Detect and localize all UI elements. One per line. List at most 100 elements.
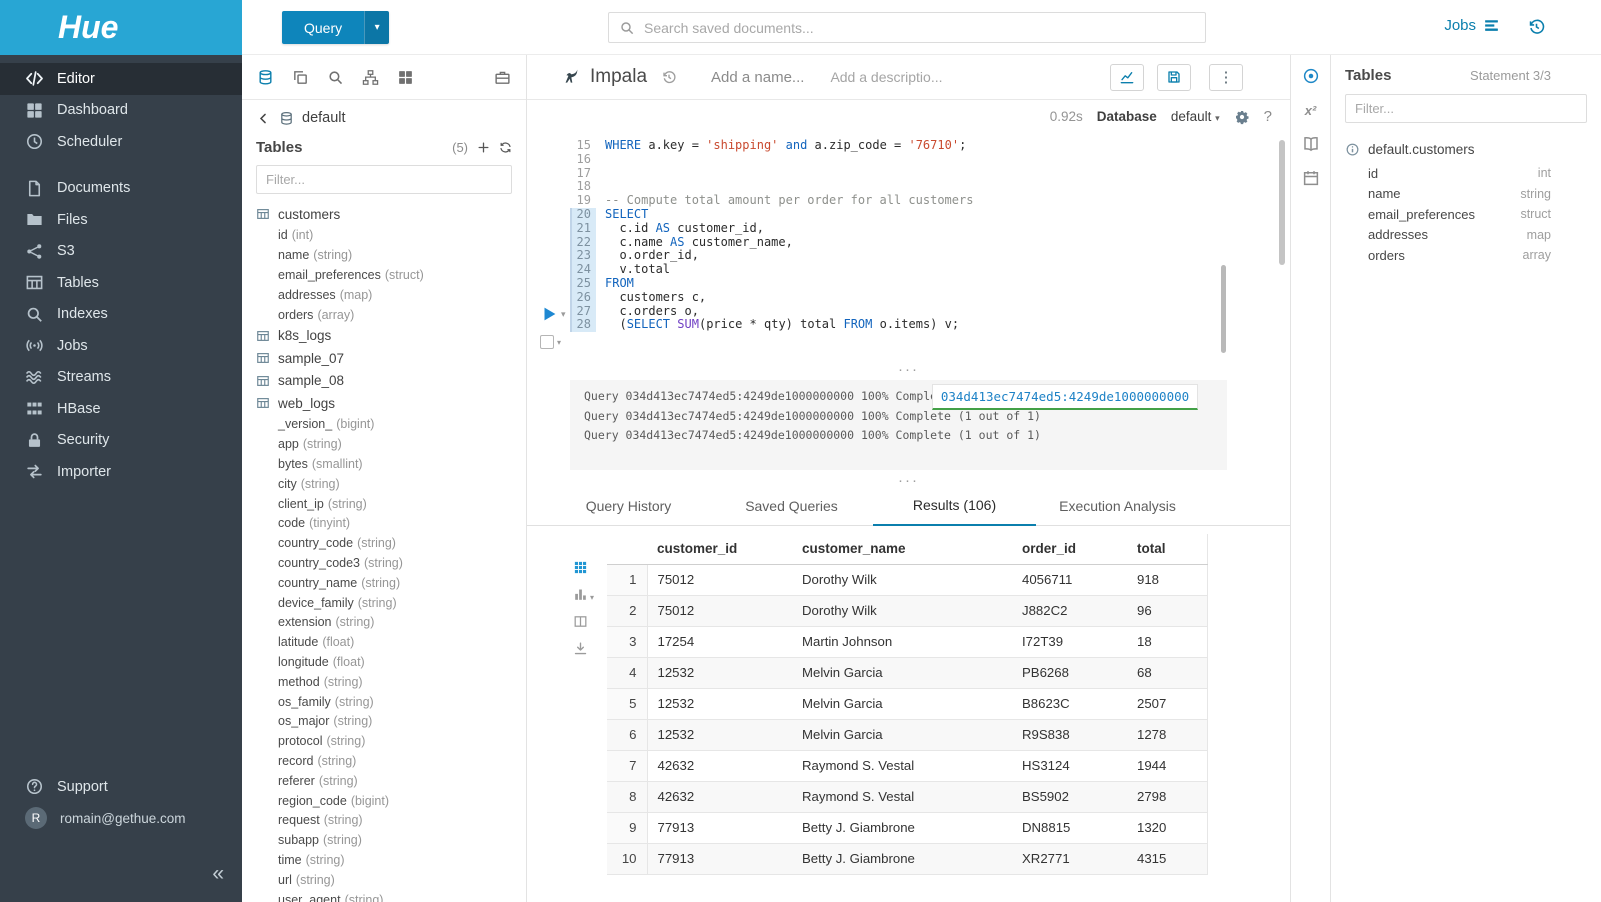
run-options-caret[interactable]: ▾ — [561, 309, 566, 320]
table-name[interactable]: sample_07 — [278, 351, 344, 366]
code-line[interactable]: 18 — [570, 180, 1290, 194]
column-item[interactable]: protocol(string) — [256, 731, 512, 751]
documents-assist-icon[interactable] — [292, 69, 309, 86]
query-description-input[interactable]: Add a descriptio... — [830, 69, 942, 85]
code-line[interactable]: 19-- Compute total amount per order for … — [570, 194, 1290, 208]
chart-view-icon[interactable]: ▾ — [573, 587, 599, 602]
code-line[interactable]: 24 v.total — [570, 263, 1290, 277]
sidebar-item-editor[interactable]: Editor — [0, 63, 242, 95]
refresh-icon[interactable] — [499, 141, 512, 154]
column-item[interactable]: latitude(float) — [256, 632, 512, 652]
column-item[interactable]: country_code3(string) — [256, 553, 512, 573]
column-item[interactable]: region_code(bigint) — [256, 791, 512, 811]
sidebar-item-files[interactable]: Files — [0, 204, 242, 236]
cell[interactable]: 12532 — [647, 657, 792, 688]
global-search[interactable] — [608, 12, 1206, 43]
column-item[interactable]: request(string) — [256, 810, 512, 830]
assist-tab-icon[interactable] — [1302, 67, 1320, 85]
cell[interactable]: B8623C — [1012, 688, 1127, 719]
table-item[interactable]: customers — [256, 203, 512, 226]
code-text[interactable] — [596, 180, 605, 194]
column-item[interactable]: email_preferences(struct) — [256, 265, 512, 285]
column-item[interactable]: country_name(string) — [256, 573, 512, 593]
sidebar-item-streams[interactable]: Streams — [0, 362, 242, 394]
column-item[interactable]: orders(array) — [256, 305, 512, 325]
column-item[interactable]: _version_(bigint) — [256, 414, 512, 434]
sidebar-item-jobs[interactable]: Jobs — [0, 330, 242, 362]
code-text[interactable]: c.name AS customer_name, — [596, 236, 793, 250]
column-item[interactable]: namestring — [1345, 184, 1587, 205]
cell[interactable]: XR2771 — [1012, 843, 1127, 874]
column-item[interactable]: code(tinyint) — [256, 513, 512, 533]
tab-saved-queries[interactable]: Saved Queries — [710, 498, 873, 525]
add-table-icon[interactable] — [477, 141, 490, 154]
column-item[interactable]: idint — [1345, 163, 1587, 184]
cell[interactable]: J882C2 — [1012, 595, 1127, 626]
cell[interactable]: Melvin Garcia — [792, 657, 1012, 688]
cell[interactable]: I72T39 — [1012, 626, 1127, 657]
column-item[interactable]: user_agent(string) — [256, 890, 512, 902]
column-item[interactable]: device_family(string) — [256, 593, 512, 613]
query-id-selection[interactable]: 034d413ec7474ed5:4249de1000000000 — [932, 384, 1198, 410]
cell[interactable]: 75012 — [647, 564, 792, 595]
sidebar-item-security[interactable]: Security — [0, 425, 242, 457]
code-text[interactable]: WHERE a.key = 'shipping' and a.zip_code … — [596, 139, 966, 153]
table-filter-input[interactable] — [256, 165, 512, 194]
schedule-tab-icon[interactable] — [1302, 169, 1320, 187]
cell[interactable]: Dorothy Wilk — [792, 564, 1012, 595]
code-text[interactable] — [596, 153, 605, 167]
cell[interactable]: 96 — [1127, 595, 1207, 626]
cell[interactable]: 17254 — [647, 626, 792, 657]
cell[interactable]: 2507 — [1127, 688, 1207, 719]
cell[interactable]: 12532 — [647, 719, 792, 750]
column-item[interactable]: extension(string) — [256, 612, 512, 632]
code-text[interactable] — [596, 167, 605, 181]
column-item[interactable]: longitude(float) — [256, 652, 512, 672]
code-line[interactable]: 23 o.order_id, — [570, 249, 1290, 263]
search-input[interactable] — [644, 20, 1195, 36]
cell[interactable]: 42632 — [647, 781, 792, 812]
databases-icon[interactable] — [257, 69, 274, 86]
code-text[interactable]: c.orders o, — [596, 305, 699, 319]
column-header[interactable]: total — [1127, 534, 1207, 564]
sitemap-icon[interactable] — [362, 69, 379, 86]
apps-icon[interactable] — [397, 69, 414, 86]
column-item[interactable]: subapp(string) — [256, 830, 512, 850]
column-item[interactable]: addresses(map) — [256, 285, 512, 305]
code-text[interactable]: -- Compute total amount per order for al… — [596, 194, 973, 208]
sidebar-item-support[interactable]: Support — [0, 771, 242, 803]
breadcrumb-database[interactable]: default — [302, 110, 346, 126]
table-item[interactable]: sample_08 — [256, 369, 512, 392]
sidebar-item-tables[interactable]: Tables — [0, 267, 242, 299]
table-item[interactable]: web_logs — [256, 392, 512, 415]
sidebar-item-user[interactable]: Rromain@gethue.com — [0, 803, 242, 835]
code-line[interactable]: 16 — [570, 153, 1290, 167]
tab-results-106[interactable]: Results (106) — [873, 497, 1036, 526]
cell[interactable]: 1944 — [1127, 750, 1207, 781]
chart-button[interactable] — [1110, 64, 1144, 91]
column-header[interactable]: order_id — [1012, 534, 1127, 564]
sidebar-item-scheduler[interactable]: Scheduler — [0, 126, 242, 158]
column-item[interactable]: id(int) — [256, 226, 512, 246]
cell[interactable]: Martin Johnson — [792, 626, 1012, 657]
column-item[interactable]: os_major(string) — [256, 711, 512, 731]
code-line[interactable]: 20SELECT — [570, 208, 1290, 222]
code-line[interactable]: 21 c.id AS customer_id, — [570, 222, 1290, 236]
panel-scrollbar[interactable] — [1279, 140, 1285, 265]
column-item[interactable]: referer(string) — [256, 771, 512, 791]
cell[interactable]: Dorothy Wilk — [792, 595, 1012, 626]
code-text[interactable]: SELECT — [596, 208, 648, 222]
column-item[interactable]: method(string) — [256, 672, 512, 692]
cell[interactable]: 12532 — [647, 688, 792, 719]
column-item[interactable]: bytes(smallint) — [256, 454, 512, 474]
new-query-button[interactable]: Query ▾ — [282, 11, 389, 44]
column-item[interactable]: record(string) — [256, 751, 512, 771]
cell[interactable]: 2798 — [1127, 781, 1207, 812]
sidebar-item-importer[interactable]: Importer — [0, 456, 242, 488]
active-table[interactable]: default.customers — [1345, 142, 1587, 157]
table-name[interactable]: web_logs — [278, 396, 335, 411]
run-button[interactable]: ▾ — [540, 305, 566, 323]
column-item[interactable]: name(string) — [256, 245, 512, 265]
table-item[interactable]: k8s_logs — [256, 324, 512, 347]
jobs-link[interactable]: Jobs — [1444, 17, 1500, 34]
